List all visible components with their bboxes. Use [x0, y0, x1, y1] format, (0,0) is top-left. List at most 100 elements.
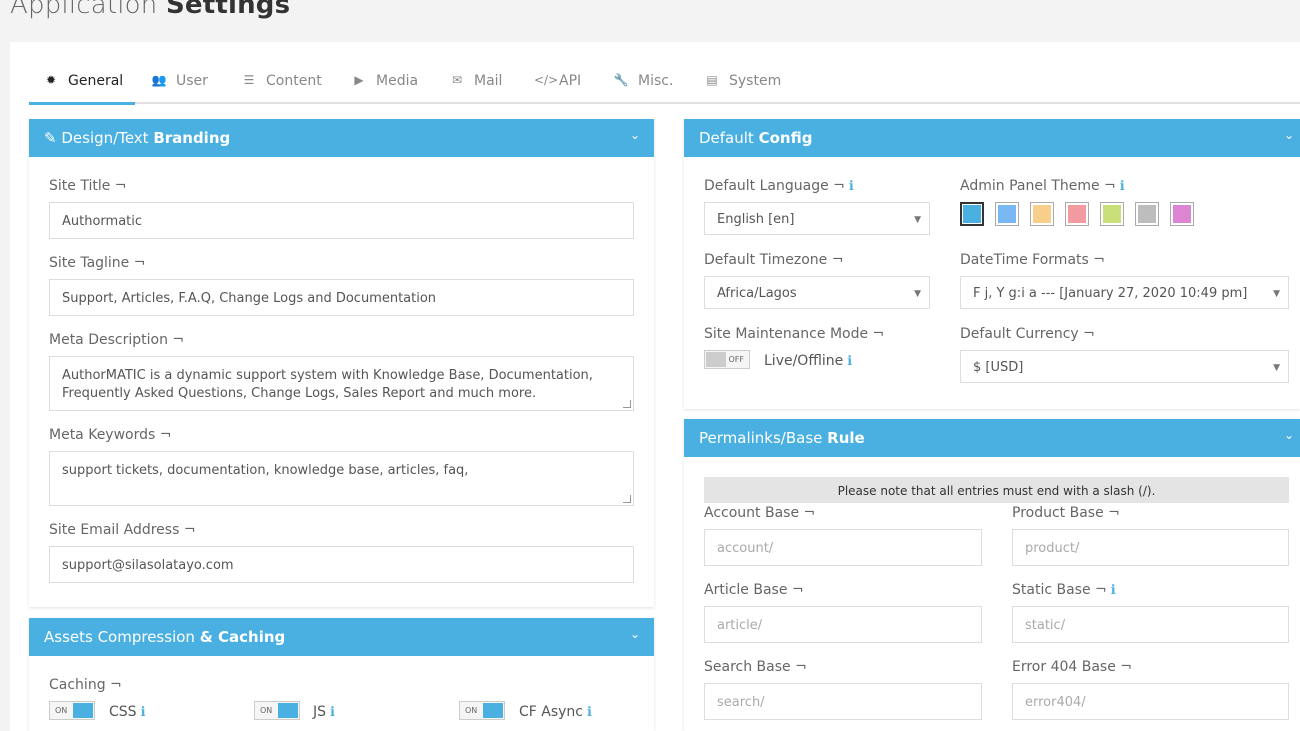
admin-theme-label: Admin Panel Theme ¬ ℹ — [960, 178, 1125, 194]
static-base-input[interactable]: static/ — [1012, 606, 1289, 643]
theme-swatch-orange[interactable] — [1030, 202, 1054, 226]
caching-label: Caching ¬ — [49, 677, 122, 693]
chevron-down-icon: ▼ — [1273, 363, 1280, 373]
default-language-label: Default Language ¬ ℹ — [704, 178, 854, 194]
theme-swatch-color — [1068, 205, 1086, 223]
product-base-input[interactable]: product/ — [1012, 529, 1289, 566]
datetime-formats-label: DateTime Formats ¬ — [960, 252, 1105, 268]
assets-panel: Assets Compression & Caching ⌄ Caching ¬ … — [29, 618, 654, 731]
info-icon[interactable]: ℹ — [1120, 179, 1125, 194]
code-icon: </> — [534, 73, 559, 87]
cf-async-toggle[interactable]: ON — [459, 701, 505, 720]
theme-swatch-color — [998, 205, 1016, 223]
account-base-input[interactable]: account/ — [704, 529, 982, 566]
css-toggle[interactable]: ON — [49, 701, 95, 720]
permalinks-panel: Permalinks/Base Rule ⌄ Please note that a… — [684, 419, 1300, 731]
theme-swatch-color — [1138, 205, 1156, 223]
site-title-input[interactable]: Authormatic — [49, 202, 634, 239]
site-email-input[interactable]: support@silasolatayo.com — [49, 546, 634, 583]
theme-swatch-red[interactable] — [1065, 202, 1089, 226]
default-timezone-select[interactable]: Africa/Lagos ▼ — [704, 276, 930, 309]
theme-swatch-color — [1173, 205, 1191, 223]
default-config-header[interactable]: Default Config ⌄ — [684, 119, 1300, 157]
site-email-label: Site Email Address ¬ — [49, 522, 196, 538]
envelope-icon: ✉ — [451, 73, 463, 87]
css-toggle-label: CSS ℹ — [109, 704, 146, 720]
default-config-panel: Default Config ⌄ Default Language ¬ ℹ Engl… — [684, 119, 1300, 409]
page-title: Application Settings — [10, 0, 291, 20]
datetime-formats-select[interactable]: F j, Y g:i a --- [January 27, 2020 10:49… — [960, 276, 1289, 309]
theme-swatch-color — [1103, 205, 1121, 223]
meta-description-textarea[interactable]: AuthorMATIC is a dynamic support system … — [49, 356, 634, 411]
permalinks-panel-header[interactable]: Permalinks/Base Rule ⌄ — [684, 419, 1300, 457]
chevron-down-icon[interactable]: ⌄ — [1284, 128, 1294, 142]
branding-panel: ✎ Design/Text Branding ⌄ Site Title ¬ Aut… — [29, 119, 654, 607]
chevron-down-icon[interactable]: ⌄ — [630, 627, 640, 641]
resize-handle[interactable] — [623, 495, 631, 503]
product-base-label: Product Base ¬ — [1012, 505, 1120, 521]
chevron-down-icon: ▼ — [914, 215, 921, 225]
chevron-down-icon: ▼ — [914, 289, 921, 299]
article-base-label: Article Base ¬ — [704, 582, 804, 598]
tab-content[interactable]: ☰ Content — [241, 73, 322, 104]
info-icon[interactable]: ℹ — [330, 705, 335, 720]
users-icon: 👥 — [151, 73, 167, 87]
maintenance-mode-label: Site Maintenance Mode ¬ — [704, 326, 885, 342]
settings-tabs: ✹ General 👥 User ☰ Content ▶ Media ✉ Mail </>… — [29, 64, 1300, 105]
list-icon: ☰ — [243, 73, 255, 87]
cf-async-toggle-label: CF Async ℹ — [519, 704, 592, 720]
maintenance-toggle[interactable]: OFF — [704, 350, 750, 369]
theme-swatch-color — [1033, 205, 1051, 223]
site-tagline-input[interactable]: Support, Articles, F.A.Q, Change Logs an… — [49, 279, 634, 316]
js-toggle[interactable]: ON — [254, 701, 300, 720]
edit-icon: ✎ — [44, 129, 57, 147]
static-base-label: Static Base ¬ ℹ — [1012, 582, 1116, 598]
article-base-input[interactable]: article/ — [704, 606, 982, 643]
account-base-label: Account Base ¬ — [704, 505, 816, 521]
video-icon: ▶ — [354, 73, 364, 87]
tab-user[interactable]: 👥 User — [151, 73, 208, 104]
info-icon[interactable]: ℹ — [847, 354, 852, 369]
branding-panel-header[interactable]: ✎ Design/Text Branding ⌄ — [29, 119, 654, 157]
theme-swatch-pink[interactable] — [1170, 202, 1194, 226]
chevron-down-icon[interactable]: ⌄ — [1284, 428, 1294, 442]
server-icon: ▤ — [706, 73, 718, 87]
tab-mail[interactable]: ✉ Mail — [449, 73, 502, 104]
search-base-input[interactable]: search/ — [704, 683, 982, 720]
tab-api[interactable]: </> API — [534, 73, 581, 104]
permalinks-note: Please note that all entries must end wi… — [704, 477, 1289, 503]
tab-misc[interactable]: 🔧 Misc. — [613, 73, 674, 104]
active-tab-indicator — [29, 102, 135, 105]
info-icon[interactable]: ℹ — [141, 705, 146, 720]
default-currency-select[interactable]: $ [USD] ▼ — [960, 350, 1289, 383]
js-toggle-label: JS ℹ — [313, 704, 335, 720]
theme-swatch-gray[interactable] — [1135, 202, 1159, 226]
search-base-label: Search Base ¬ — [704, 659, 807, 675]
theme-swatch-color — [963, 205, 981, 223]
default-currency-label: Default Currency ¬ — [960, 326, 1095, 342]
error-404-base-input[interactable]: error404/ — [1012, 683, 1289, 720]
theme-swatch-green[interactable] — [1100, 202, 1124, 226]
assets-panel-header[interactable]: Assets Compression & Caching ⌄ — [29, 618, 654, 656]
chevron-down-icon[interactable]: ⌄ — [630, 128, 640, 142]
info-icon[interactable]: ℹ — [1111, 583, 1116, 598]
site-title-label: Site Title ¬ — [49, 178, 127, 194]
meta-keywords-textarea[interactable]: support tickets, documentation, knowledg… — [49, 451, 634, 506]
meta-description-label: Meta Description ¬ — [49, 332, 185, 348]
wrench-icon: 🔧 — [613, 73, 629, 87]
info-icon[interactable]: ℹ — [849, 179, 854, 194]
theme-swatch-blue[interactable] — [960, 202, 984, 226]
gear-icon: ✹ — [45, 73, 57, 87]
resize-handle[interactable] — [623, 400, 631, 408]
theme-swatch-light-blue[interactable] — [995, 202, 1019, 226]
tab-general[interactable]: ✹ General — [43, 73, 123, 104]
error-404-base-label: Error 404 Base ¬ — [1012, 659, 1133, 675]
tab-media[interactable]: ▶ Media — [351, 73, 418, 104]
default-language-select[interactable]: English [en] ▼ — [704, 202, 930, 235]
tab-system[interactable]: ▤ System — [704, 73, 781, 104]
site-tagline-label: Site Tagline ¬ — [49, 255, 146, 271]
meta-keywords-label: Meta Keywords ¬ — [49, 427, 172, 443]
chevron-down-icon: ▼ — [1273, 289, 1280, 299]
info-icon[interactable]: ℹ — [587, 705, 592, 720]
default-timezone-label: Default Timezone ¬ — [704, 252, 844, 268]
